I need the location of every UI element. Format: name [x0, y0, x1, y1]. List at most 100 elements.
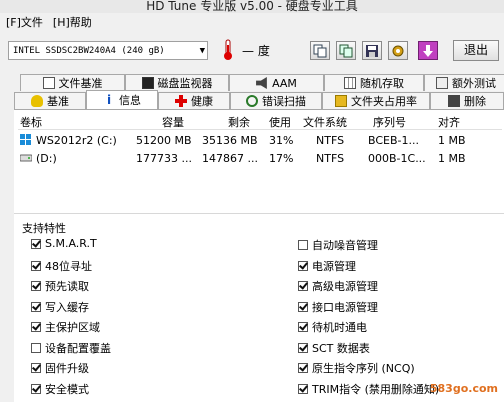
test-icon	[436, 77, 448, 89]
tab-label: 随机存取	[360, 77, 404, 90]
checkbox[interactable]	[298, 342, 308, 353]
checkbox[interactable]	[31, 238, 41, 249]
col-volume[interactable]: 卷标	[20, 114, 42, 130]
feature-label: 安全模式	[45, 382, 89, 396]
menu-file[interactable]: [F]文件	[6, 14, 43, 30]
feature-checkbox[interactable]: 自动噪音管理	[298, 237, 378, 253]
feature-checkbox[interactable]: 电源管理	[298, 258, 356, 274]
col-free[interactable]: 剩余	[228, 114, 250, 130]
feature-label: 待机时通电	[312, 321, 367, 334]
checkbox[interactable]	[298, 322, 308, 332]
download-button[interactable]	[418, 41, 438, 60]
tab-folder-usage[interactable]: 文件夹占用率	[322, 92, 430, 109]
table-row[interactable]: (D:) 177733 ... 147867 ... 17% NTFS 000B…	[18, 152, 502, 168]
feature-checkbox[interactable]: 主保护区域	[31, 319, 100, 335]
feature-checkbox[interactable]: SCT 数据表	[298, 340, 370, 356]
tab-label: 磁盘监视器	[157, 77, 213, 90]
watermark: 583go.com	[429, 382, 498, 395]
exit-button[interactable]: 退出	[453, 40, 499, 61]
windows-drive-icon	[20, 134, 32, 149]
feature-checkbox[interactable]: 设备配置覆盖	[31, 340, 111, 356]
tab-benchmark[interactable]: 基准	[14, 92, 86, 109]
chevron-down-icon: ▼	[199, 46, 205, 56]
copy-info-button[interactable]	[310, 41, 330, 60]
options-button[interactable]	[388, 41, 408, 60]
tab-disk-monitor[interactable]: 磁盘监视器	[125, 74, 229, 91]
tab-file-benchmark[interactable]: 文件基准	[20, 74, 125, 91]
checkbox[interactable]	[298, 260, 308, 271]
checkbox[interactable]	[31, 383, 41, 394]
temperature-value: — 度	[242, 44, 270, 58]
arrow-down-icon	[423, 44, 433, 57]
col-serial[interactable]: 序列号	[373, 114, 406, 130]
checkbox[interactable]	[298, 301, 308, 312]
cell-align: 1 MB	[438, 152, 466, 165]
cell-free: 147867 ...	[202, 152, 258, 165]
cell-serial: 000B-1C...	[368, 152, 426, 165]
cell-serial: BCEB-1...	[368, 134, 419, 147]
tab-label: 错误扫描	[262, 95, 306, 108]
folder-icon	[335, 95, 347, 107]
feature-label: 接口电源管理	[312, 300, 378, 314]
feature-checkbox[interactable]: 预先读取	[31, 278, 89, 294]
tab-aam[interactable]: AAM	[229, 74, 324, 91]
feature-checkbox[interactable]: 高级电源管理	[298, 278, 378, 294]
checkbox[interactable]	[31, 260, 41, 271]
checkbox[interactable]	[31, 301, 41, 312]
tab-random-access[interactable]: 随机存取	[324, 74, 424, 91]
feature-checkbox[interactable]: 安全模式	[31, 381, 89, 397]
tab-error-scan[interactable]: 错误扫描	[230, 92, 322, 109]
checkbox[interactable]	[298, 383, 308, 394]
volume-table-header: 卷标 容量 剩余 使用 文件系统 序列号 对齐	[18, 114, 502, 130]
tab-label: 删除	[464, 95, 486, 108]
tab-label: 文件基准	[58, 77, 103, 90]
feature-label: 设备配置覆盖	[45, 341, 111, 355]
checkbox[interactable]	[31, 322, 41, 332]
drive-select[interactable]: INTEL SSDSC2BW240A4 (240 gB) ▼	[8, 41, 208, 60]
feature-label: 写入缓存	[45, 300, 89, 314]
checkbox[interactable]	[31, 281, 41, 291]
cell-capacity: 177733 ...	[136, 152, 192, 165]
checkbox[interactable]	[31, 342, 41, 353]
menu-help[interactable]: [H]帮助	[53, 14, 92, 30]
thermometer-icon	[224, 39, 232, 60]
checkbox[interactable]	[298, 240, 308, 250]
checkbox[interactable]	[298, 363, 308, 373]
tab-label: AAM	[272, 76, 297, 90]
feature-checkbox[interactable]: 待机时通电	[298, 319, 367, 335]
gear-icon	[392, 45, 404, 56]
col-fs[interactable]: 文件系统	[303, 114, 347, 130]
cell-free: 35136 MB	[202, 134, 258, 147]
copy-all-icon	[339, 44, 353, 57]
col-usage[interactable]: 使用	[269, 114, 291, 130]
feature-checkbox[interactable]: S.M.A.R.T	[31, 237, 97, 250]
feature-checkbox[interactable]: 接口电源管理	[298, 299, 378, 315]
feature-label: 48位寻址	[45, 259, 92, 273]
tab-erase[interactable]: 删除	[430, 92, 504, 109]
save-button[interactable]	[362, 41, 382, 60]
checkbox[interactable]	[31, 363, 41, 373]
feature-label: 电源管理	[312, 259, 356, 273]
col-align[interactable]: 对齐	[438, 114, 460, 130]
info-panel: 卷标 容量 剩余 使用 文件系统 序列号 对齐 WS2012r2 (C:) 51…	[14, 109, 504, 402]
col-capacity[interactable]: 容量	[162, 114, 184, 130]
feature-checkbox[interactable]: 固件升级	[31, 360, 89, 376]
feature-label: 固件升级	[45, 362, 89, 375]
feature-label: TRIM指令 (禁用删除通知)	[312, 382, 440, 396]
copy-all-button[interactable]	[336, 41, 356, 60]
tab-info[interactable]: i 信息	[86, 90, 158, 109]
feature-checkbox[interactable]: 原生指令序列 (NCQ)	[298, 360, 415, 376]
feature-checkbox[interactable]: 48位寻址	[31, 258, 92, 274]
checkbox[interactable]	[298, 281, 308, 291]
tab-label: 信息	[119, 94, 141, 107]
feature-checkbox[interactable]: 写入缓存	[31, 299, 89, 315]
drive-icon	[19, 152, 33, 167]
table-row[interactable]: WS2012r2 (C:) 51200 MB 35136 MB 31% NTFS…	[18, 134, 502, 150]
feature-checkbox[interactable]: TRIM指令 (禁用删除通知)	[298, 381, 439, 397]
feature-label: 主保护区域	[45, 321, 100, 334]
tab-health[interactable]: 健康	[158, 92, 230, 109]
cell-volume: WS2012r2 (C:)	[36, 134, 117, 147]
tab-extra-tests[interactable]: 额外测试	[424, 74, 504, 91]
tab-label: 基准	[47, 95, 69, 108]
grid-icon	[344, 77, 356, 89]
